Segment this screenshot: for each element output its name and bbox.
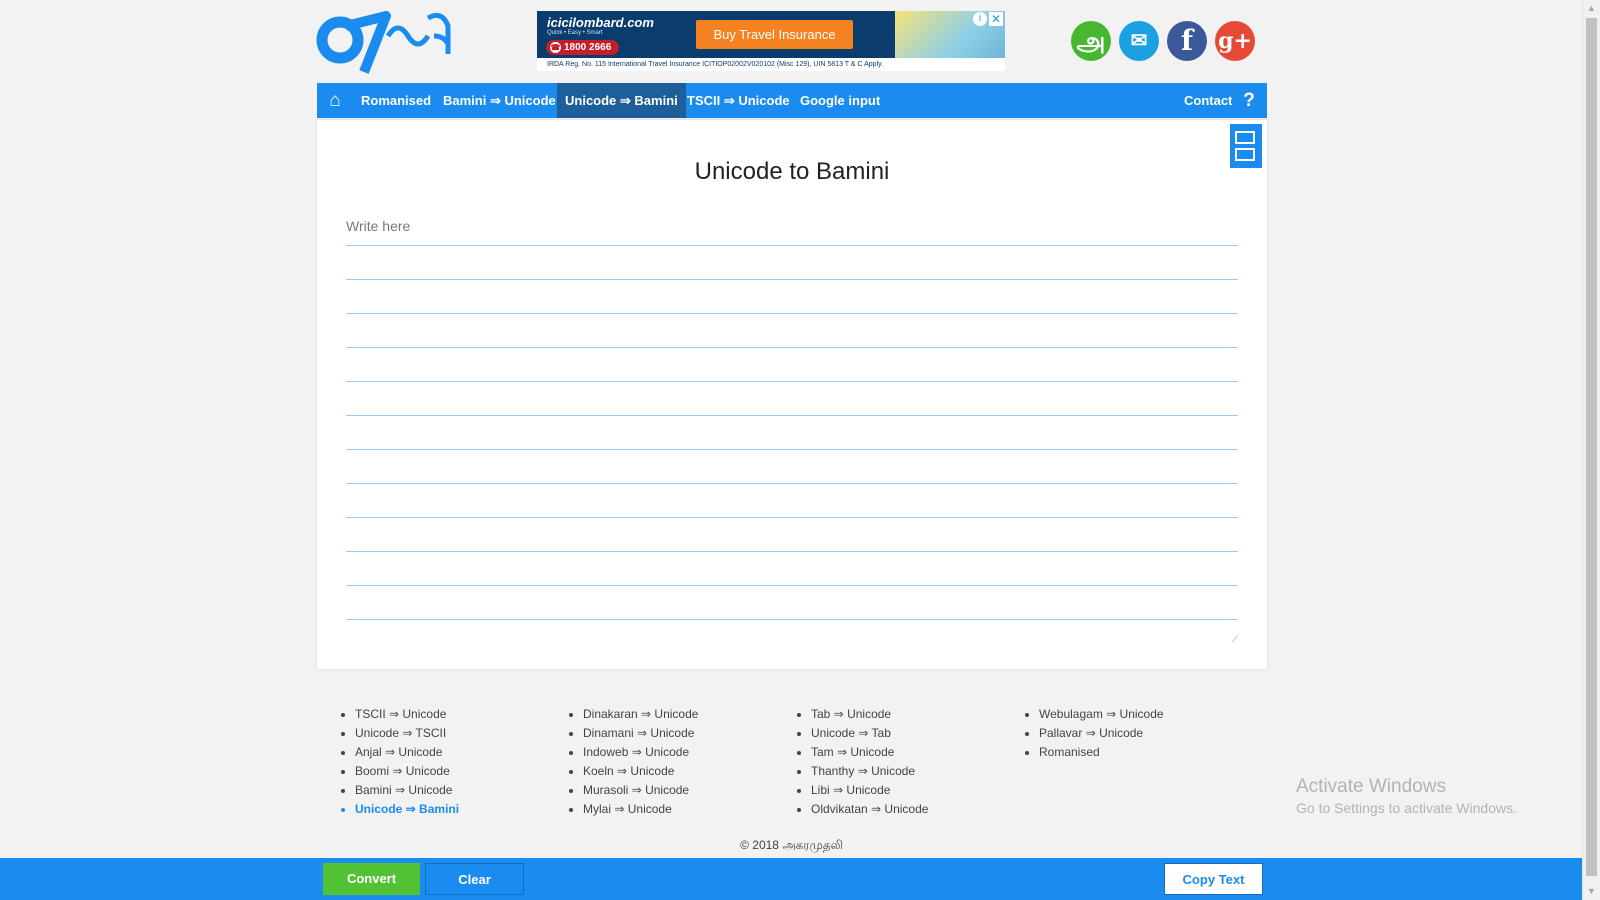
resize-handle-icon[interactable]: ⟋ (1228, 634, 1238, 644)
nav-item-bamini-to-unicode[interactable]: Bamini ⇒ Unicode (435, 83, 564, 118)
ad-cta-button[interactable]: Buy Travel Insurance (696, 20, 853, 49)
link-item[interactable]: TSCII ⇒ Unicode (355, 705, 459, 724)
ad-phone: ☎ 1800 2666 (546, 40, 620, 55)
ad-tagline: Quick • Easy • Smart (547, 30, 603, 36)
link-item[interactable]: Bamini ⇒ Unicode (355, 781, 459, 800)
facebook-icon[interactable]: f (1167, 21, 1207, 61)
link-item[interactable]: Thanthy ⇒ Unicode (811, 762, 928, 781)
phone-icon: ☎ (550, 42, 561, 53)
main-nav: ⌂ Romanised Bamini ⇒ Unicode Unicode ⇒ B… (317, 83, 1267, 118)
windows-activation-watermark: Activate Windows Go to Settings to activ… (1296, 776, 1517, 816)
page-title: Unicode to Bamini (694, 158, 890, 185)
scroll-up-icon[interactable]: ▲ (1583, 0, 1600, 17)
link-item[interactable]: Mylai ⇒ Unicode (583, 800, 698, 819)
bottom-action-bar: Convert Clear Copy Text (0, 858, 1583, 900)
home-icon[interactable]: ⌂ (317, 83, 353, 118)
scroll-thumb[interactable] (1586, 18, 1597, 876)
clear-button[interactable]: Clear (425, 863, 524, 895)
nav-item-romanised[interactable]: Romanised (353, 83, 439, 118)
link-item[interactable]: Tab ⇒ Unicode (811, 705, 928, 724)
ad-close-icon[interactable]: ✕ (989, 12, 1003, 26)
ad-banner[interactable]: icicilombard.com Quick • Easy • Smart ☎ 1… (537, 11, 1005, 71)
links-column-3: Tab ⇒ Unicode Unicode ⇒ Tab Tam ⇒ Unicod… (794, 705, 928, 819)
ad-legal-text: IRDA Reg. No. 115 International Travel I… (537, 58, 1005, 71)
help-icon[interactable]: ? (1231, 83, 1267, 118)
link-item-current[interactable]: Unicode ⇒ Bamini (355, 800, 459, 819)
nav-item-unicode-to-bamini[interactable]: Unicode ⇒ Bamini (557, 83, 686, 118)
tamil-app-icon[interactable]: அ (1071, 21, 1111, 61)
watermark-subtitle: Go to Settings to activate Windows. (1296, 800, 1517, 816)
link-item[interactable]: Boomi ⇒ Unicode (355, 762, 459, 781)
nav-item-google-input[interactable]: Google input (792, 83, 888, 118)
site-logo[interactable] (316, 6, 464, 76)
editor-placeholder: Write here (346, 218, 411, 234)
vertical-scrollbar[interactable]: ▲ ▼ (1582, 0, 1600, 900)
links-column-1: TSCII ⇒ Unicode Unicode ⇒ TSCII Anjal ⇒ … (338, 705, 459, 819)
link-item[interactable]: Unicode ⇒ TSCII (355, 724, 459, 743)
link-item[interactable]: Indoweb ⇒ Unicode (583, 743, 698, 762)
link-item[interactable]: Pallavar ⇒ Unicode (1039, 724, 1164, 743)
link-item[interactable]: Tam ⇒ Unicode (811, 743, 928, 762)
link-item[interactable]: Dinakaran ⇒ Unicode (583, 705, 698, 724)
page: icicilombard.com Quick • Easy • Smart ☎ 1… (0, 0, 1583, 900)
link-item[interactable]: Anjal ⇒ Unicode (355, 743, 459, 762)
main-panel: Unicode to Bamini Write here ⟋ (317, 120, 1267, 669)
link-item[interactable]: Unicode ⇒ Tab (811, 724, 928, 743)
nav-item-tscii-to-unicode[interactable]: TSCII ⇒ Unicode (679, 83, 798, 118)
email-icon[interactable]: ✉ (1119, 21, 1159, 61)
google-plus-icon[interactable]: g+ (1215, 21, 1255, 61)
link-item[interactable]: Dinamani ⇒ Unicode (583, 724, 698, 743)
editor-ruled-lines (346, 212, 1238, 644)
link-item[interactable]: Murasoli ⇒ Unicode (583, 781, 698, 800)
link-item[interactable]: Koeln ⇒ Unicode (583, 762, 698, 781)
links-column-2: Dinakaran ⇒ Unicode Dinamani ⇒ Unicode I… (566, 705, 698, 819)
links-column-4: Webulagam ⇒ Unicode Pallavar ⇒ Unicode R… (1022, 705, 1164, 762)
link-item[interactable]: Libi ⇒ Unicode (811, 781, 928, 800)
link-item[interactable]: Webulagam ⇒ Unicode (1039, 705, 1164, 724)
ad-brand: icicilombard.com (547, 15, 654, 30)
scroll-down-icon[interactable]: ▼ (1583, 883, 1600, 900)
text-editor[interactable]: Write here ⟋ (346, 212, 1238, 644)
layout-pane-top (1235, 131, 1255, 144)
copy-text-button[interactable]: Copy Text (1164, 863, 1263, 895)
link-item[interactable]: Romanised (1039, 743, 1164, 762)
link-item[interactable]: Oldvikatan ⇒ Unicode (811, 800, 928, 819)
watermark-title: Activate Windows (1296, 776, 1446, 797)
convert-button[interactable]: Convert (323, 863, 420, 895)
ad-phone-number: 1800 2666 (564, 42, 612, 53)
ad-info-icon[interactable]: i (973, 12, 987, 26)
copyright: © 2018 அகரமுதலி (740, 838, 843, 852)
